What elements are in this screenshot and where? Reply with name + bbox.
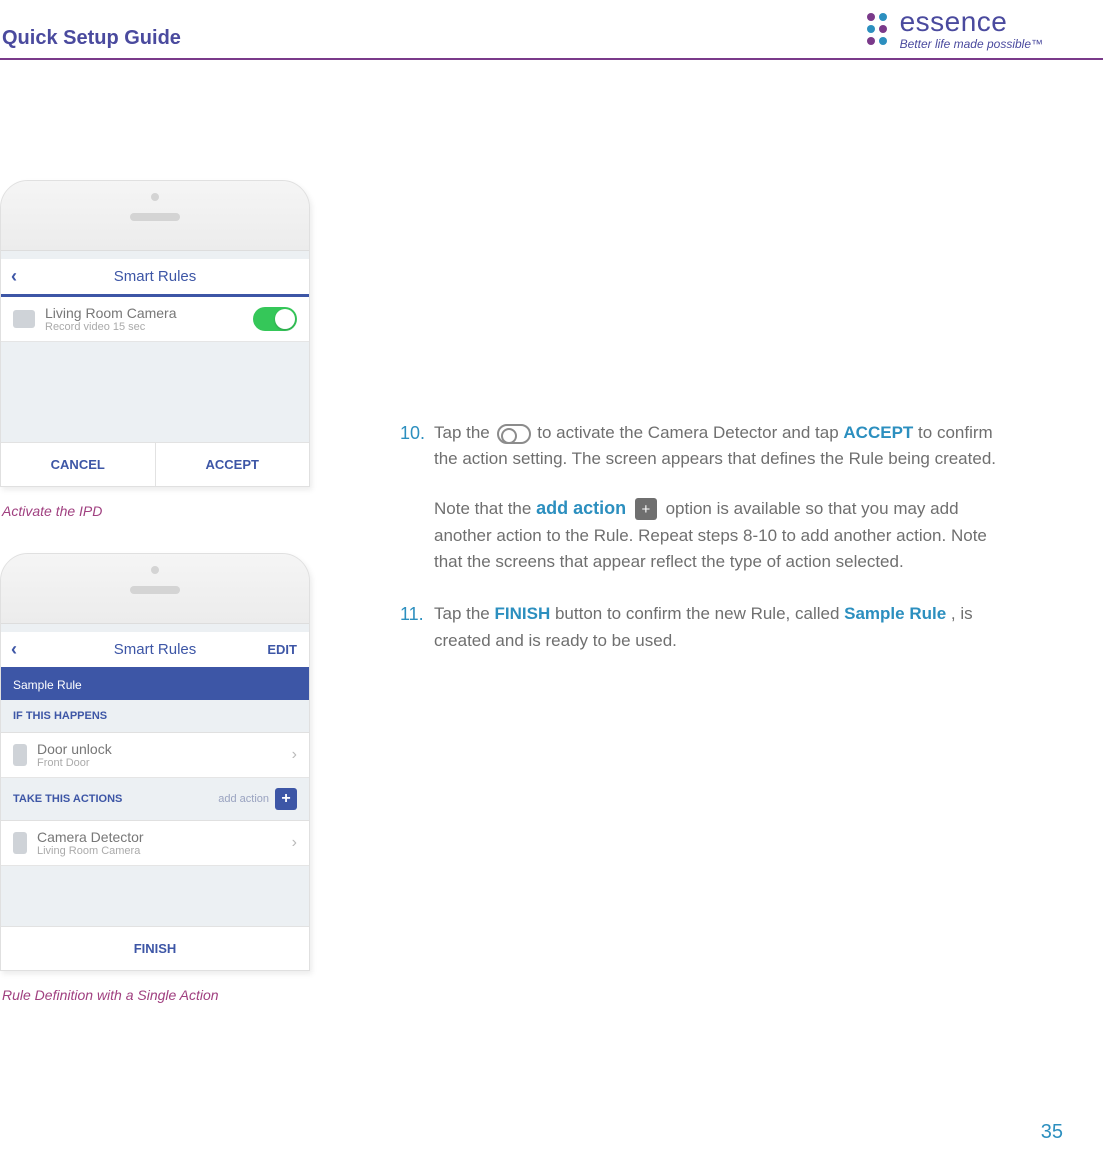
toggle-icon <box>497 424 531 444</box>
step-10: 10. Tap the to activate the Camera Detec… <box>400 420 1000 575</box>
cancel-button[interactable]: CANCEL <box>1 443 155 486</box>
status-bar <box>1 624 309 632</box>
step-text: button to confirm the new Rule, called <box>555 604 844 623</box>
camera-icon <box>13 310 35 328</box>
status-bar <box>1 251 309 259</box>
detector-icon <box>13 832 27 854</box>
speaker-icon <box>130 213 180 221</box>
rule-name-banner: Sample Rule <box>1 670 309 700</box>
sensor-icon <box>151 193 159 201</box>
empty-area <box>1 342 309 442</box>
step-number: 11. <box>400 601 424 654</box>
step-11: 11. Tap the FINISH button to confirm the… <box>400 601 1000 654</box>
phone-bezel <box>1 554 309 624</box>
actions-section-header: TAKE THIS ACTIONS add action + <box>1 778 309 821</box>
step-text: to activate the Camera Detector and tap <box>537 423 843 442</box>
back-icon[interactable]: ‹ <box>11 266 17 287</box>
phone-bezel <box>1 181 309 251</box>
action-row[interactable]: Camera Detector Living Room Camera › <box>1 821 309 866</box>
instructions: 10. Tap the to activate the Camera Detec… <box>400 180 1000 1037</box>
sensor-icon <box>151 566 159 574</box>
trigger-row[interactable]: Door unlock Front Door › <box>1 733 309 778</box>
action-title: Camera Detector <box>37 829 144 845</box>
camera-rule-row[interactable]: Living Room Camera Record video 15 sec <box>1 297 309 342</box>
edit-button[interactable]: EDIT <box>267 642 297 657</box>
phone-mock-activate-ipd: ‹ Smart Rules Living Room Camera Record … <box>0 180 310 487</box>
page-number: 35 <box>1041 1121 1063 1144</box>
if-section-label: IF THIS HAPPENS <box>13 710 107 722</box>
plus-icon: + <box>635 498 657 520</box>
page-header: Quick Setup Guide essence Better life ma… <box>0 0 1103 60</box>
step-text: Tap the <box>434 423 495 442</box>
finish-button[interactable]: FINISH <box>1 926 309 970</box>
add-action-keyword: add action <box>536 498 626 518</box>
action-subtitle: Living Room Camera <box>37 845 144 857</box>
back-icon[interactable]: ‹ <box>11 639 17 660</box>
activate-toggle[interactable] <box>253 307 297 331</box>
nav-title: Smart Rules <box>114 268 197 285</box>
guide-title: Quick Setup Guide <box>2 27 181 50</box>
figure-caption-1: Activate the IPD <box>2 503 320 519</box>
trigger-subtitle: Front Door <box>37 757 112 769</box>
accept-keyword: ACCEPT <box>843 423 913 442</box>
step-number: 10. <box>400 420 424 575</box>
step-text: Note that the <box>434 499 536 518</box>
brand-name: essence <box>900 8 1043 36</box>
phone-mock-rule-definition: ‹ Smart Rules EDIT Sample Rule IF THIS H… <box>0 553 310 971</box>
row-subtitle: Record video 15 sec <box>45 321 177 333</box>
nav-bar: ‹ Smart Rules <box>1 259 309 297</box>
if-section-header: IF THIS HAPPENS <box>1 700 309 733</box>
step-text: Tap the <box>434 604 495 623</box>
nav-title: Smart Rules <box>114 641 197 658</box>
brand-logo-icon <box>864 11 890 47</box>
add-action-hint: add action <box>218 793 269 805</box>
figure-caption-2: Rule Definition with a Single Action <box>2 987 320 1003</box>
trigger-title: Door unlock <box>37 741 112 757</box>
speaker-icon <box>130 586 180 594</box>
sample-rule-keyword: Sample Rule <box>844 604 946 623</box>
chevron-right-icon: › <box>292 746 297 764</box>
accept-button[interactable]: ACCEPT <box>155 443 310 486</box>
row-title: Living Room Camera <box>45 305 177 321</box>
finish-keyword: FINISH <box>495 604 551 623</box>
brand-tagline: Better life made possible™ <box>900 38 1043 50</box>
actions-section-label: TAKE THIS ACTIONS <box>13 793 122 805</box>
add-action-button[interactable]: + <box>275 788 297 810</box>
nav-bar: ‹ Smart Rules EDIT <box>1 632 309 670</box>
empty-area <box>1 866 309 926</box>
brand-block: essence Better life made possible™ <box>864 8 1043 50</box>
door-icon <box>13 744 27 766</box>
chevron-right-icon: › <box>292 834 297 852</box>
